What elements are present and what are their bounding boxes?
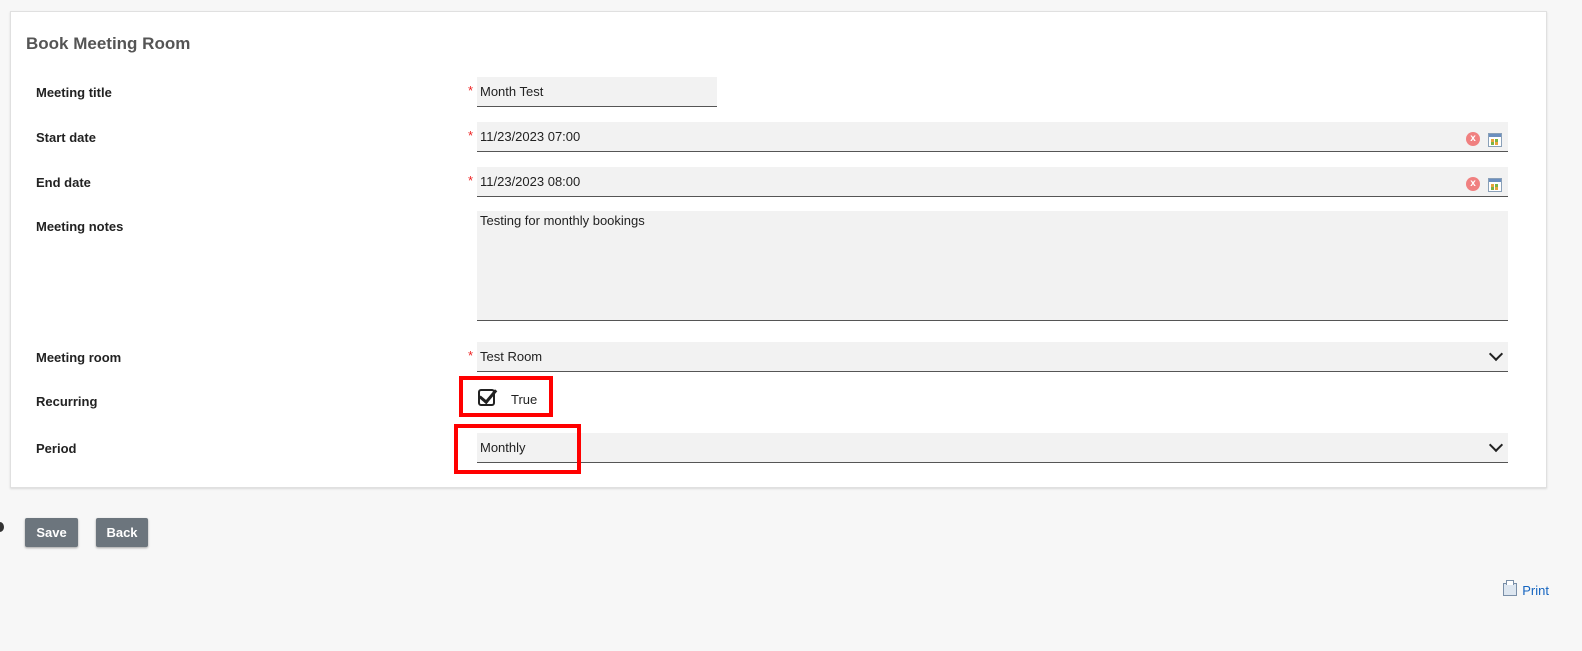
period-row: Period Monthly — [11, 433, 1546, 463]
chevron-down-icon — [1488, 346, 1504, 362]
calendar-icon[interactable] — [1488, 178, 1502, 192]
required-marker: * — [468, 128, 474, 143]
end-date-input[interactable]: 11/23/2023 08:00 x — [477, 167, 1508, 197]
page-title: Book Meeting Room — [26, 34, 191, 53]
recurring-label: Recurring — [36, 394, 98, 409]
recurring-highlight-box — [459, 376, 553, 417]
required-marker: * — [468, 83, 474, 98]
start-date-row: Start date * 11/23/2023 07:00 x — [11, 122, 1546, 152]
meeting-notes-label: Meeting notes — [36, 219, 124, 234]
meeting-title-row: Meeting title * Month Test — [11, 77, 1546, 107]
meeting-title-label: Meeting title — [36, 85, 112, 100]
save-button[interactable]: Save — [25, 518, 78, 547]
meeting-room-select[interactable]: Test Room — [477, 342, 1508, 372]
print-link[interactable]: Print — [1503, 580, 1549, 598]
side-marker — [0, 522, 4, 532]
meeting-room-label: Meeting room — [36, 350, 122, 365]
period-select[interactable]: Monthly — [477, 433, 1508, 463]
end-date-label: End date — [36, 175, 91, 190]
printer-icon — [1503, 580, 1518, 596]
required-marker: * — [468, 348, 474, 363]
clear-icon[interactable]: x — [1466, 132, 1480, 146]
meeting-notes-textarea[interactable]: Testing for monthly bookings — [477, 211, 1508, 321]
chevron-down-icon — [1488, 437, 1504, 453]
start-date-input[interactable]: 11/23/2023 07:00 x — [477, 122, 1508, 152]
clear-icon[interactable]: x — [1466, 177, 1480, 191]
meeting-room-row: Meeting room * Test Room — [11, 342, 1546, 372]
start-date-label: Start date — [36, 130, 96, 145]
meeting-title-input[interactable]: Month Test — [477, 77, 717, 107]
period-label: Period — [36, 441, 77, 456]
recurring-row: Recurring True — [11, 384, 1546, 415]
meeting-notes-row: Meeting notes Testing for monthly bookin… — [11, 211, 1546, 321]
back-button[interactable]: Back — [96, 518, 148, 547]
print-label: Print — [1522, 583, 1549, 598]
end-date-row: End date * 11/23/2023 08:00 x — [11, 167, 1546, 197]
calendar-icon[interactable] — [1488, 133, 1502, 147]
period-highlight-box — [454, 424, 581, 474]
book-meeting-room-panel: Book Meeting Room Meeting title * Month … — [10, 11, 1547, 488]
required-marker: * — [468, 173, 474, 188]
